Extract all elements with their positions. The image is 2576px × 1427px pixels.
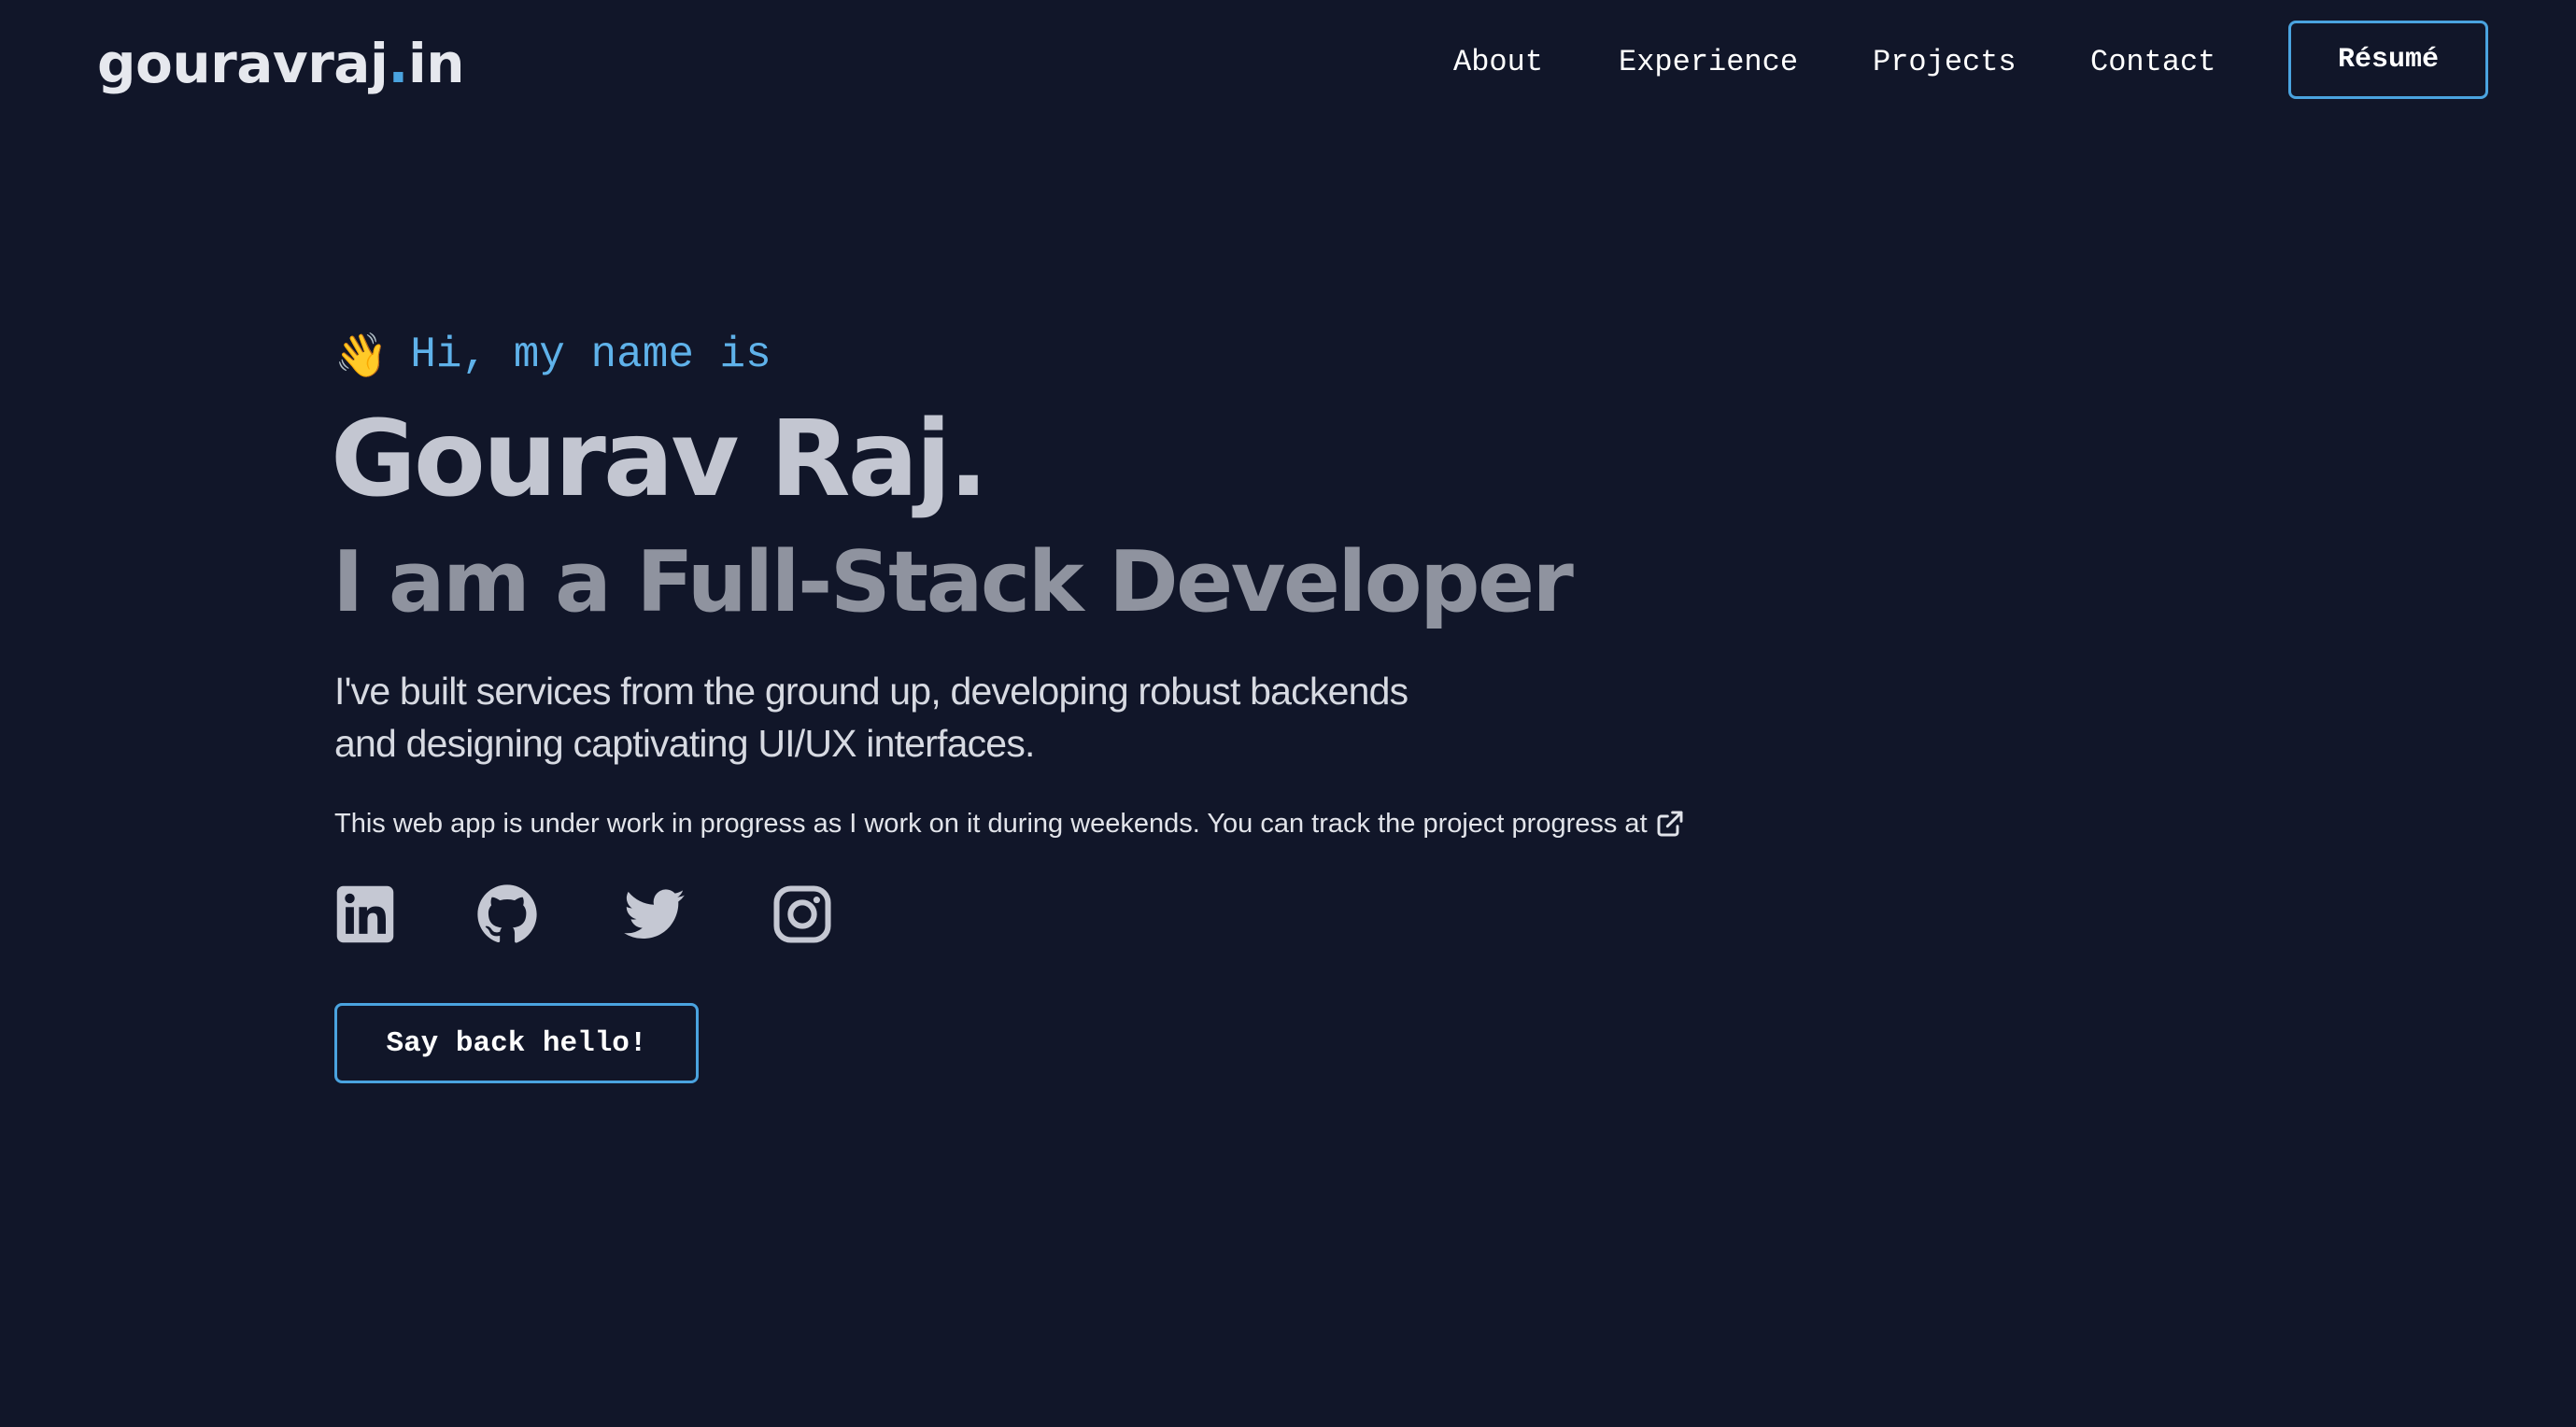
resume-button[interactable]: Résumé	[2288, 21, 2488, 99]
site-header: gouravraj.in About Experience Projects C…	[0, 0, 2576, 131]
wip-text: This web app is under work in progress a…	[334, 809, 1648, 839]
nav-projects[interactable]: Projects	[1873, 39, 2017, 86]
site-logo[interactable]: gouravraj.in	[97, 28, 465, 99]
hero-description-line-1: I've built services from the ground up, …	[334, 670, 1408, 713]
instagram-icon[interactable]	[771, 883, 833, 945]
logo-name: gouravraj	[97, 32, 389, 95]
github-icon[interactable]	[476, 883, 538, 945]
hero-name: Gourav Raj.	[331, 399, 988, 520]
logo-dot: .	[388, 32, 408, 95]
greeting-text: Hi, my name is	[410, 331, 771, 379]
say-hello-button[interactable]: Say back hello!	[334, 1003, 699, 1083]
logo-tld: in	[407, 32, 465, 95]
linkedin-icon[interactable]	[334, 883, 396, 945]
hero-description-line-2: and designing captivating UI/UX interfac…	[334, 722, 1035, 765]
wip-notice: This web app is under work in progress a…	[334, 805, 1685, 842]
greeting: 👋 Hi, my name is	[334, 318, 771, 392]
external-link-icon[interactable]	[1655, 809, 1685, 839]
nav-about[interactable]: About	[1453, 39, 1543, 86]
nav-contact[interactable]: Contact	[2090, 39, 2215, 86]
nav-experience[interactable]: Experience	[1619, 39, 1798, 86]
twitter-icon[interactable]	[624, 883, 686, 945]
hero-description: I've built services from the ground up, …	[334, 665, 1549, 770]
waving-hand-icon: 👋	[334, 331, 389, 379]
hero-role: I am a Full-Stack Developer	[333, 533, 1574, 631]
